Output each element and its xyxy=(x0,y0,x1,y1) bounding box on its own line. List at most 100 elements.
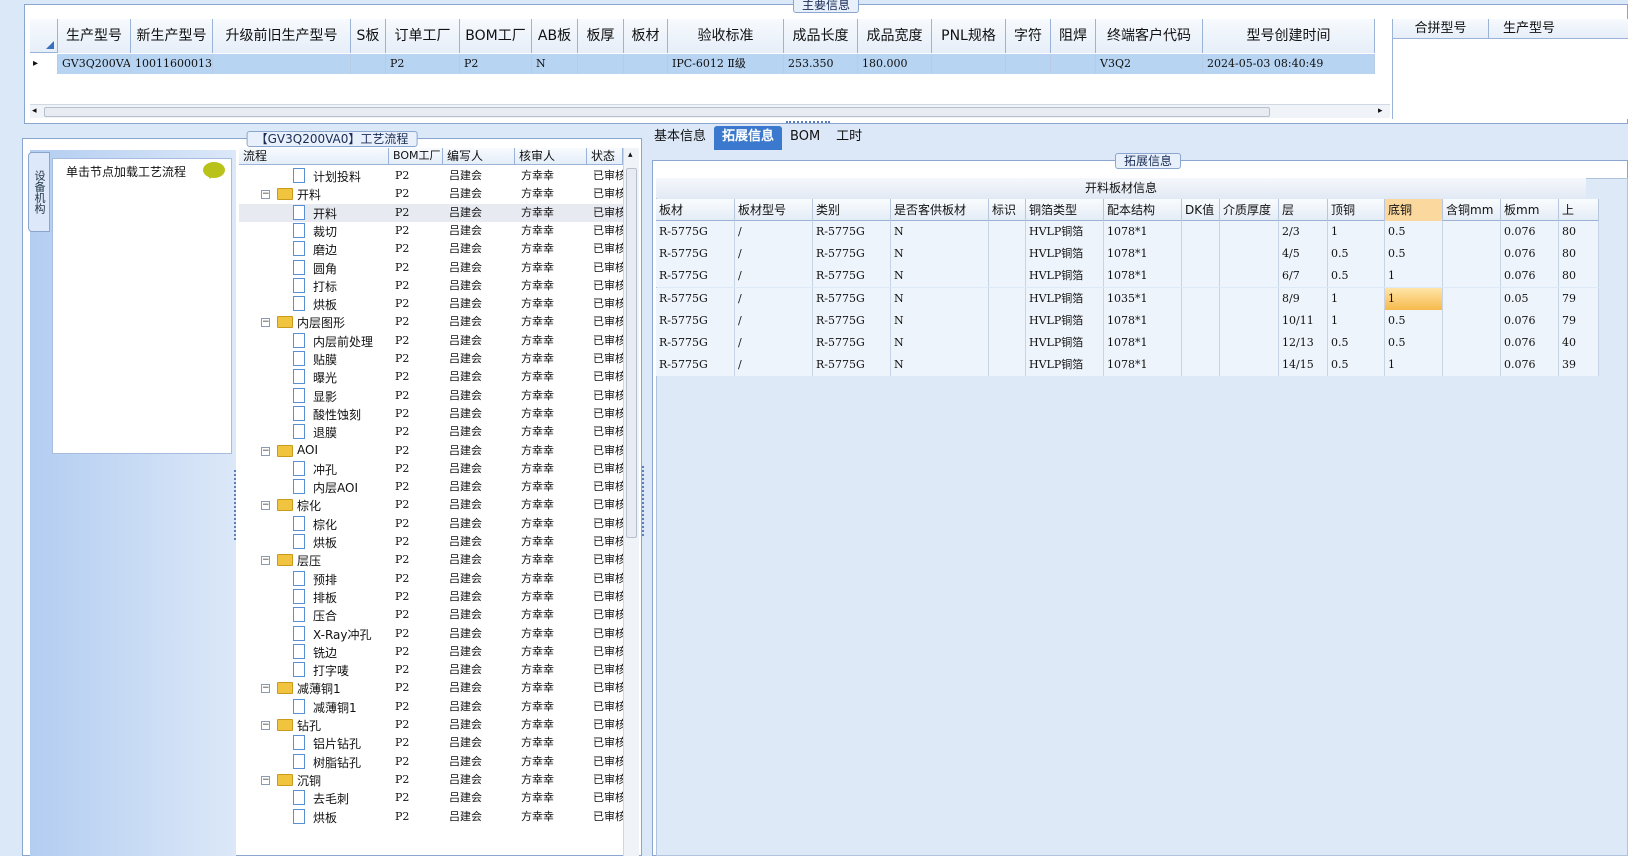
material-cell[interactable]: 0.076 xyxy=(1501,332,1559,354)
material-cell[interactable] xyxy=(989,332,1026,354)
material-cell[interactable]: 8/9 xyxy=(1279,287,1328,310)
tree-row[interactable]: 裁切 P2 吕建会 方幸幸 已审核 xyxy=(239,222,623,240)
main-col-header[interactable]: 成品长度 xyxy=(784,19,858,53)
material-cell[interactable]: N xyxy=(891,287,989,310)
material-cell[interactable]: 80 xyxy=(1559,221,1599,243)
material-cell[interactable]: 0.5 xyxy=(1328,243,1385,266)
main-horizontal-scrollbar[interactable]: ◂ ▸ xyxy=(30,104,1390,118)
material-col-header[interactable]: 标识 xyxy=(989,199,1026,221)
material-cell[interactable]: HVLP铜箔 xyxy=(1026,243,1104,266)
tree-row[interactable]: 排板 P2 吕建会 方幸幸 已审核 xyxy=(239,588,623,606)
tree-row[interactable]: − 减薄铜1 P2 吕建会 方幸幸 已审核 xyxy=(239,679,623,697)
material-cell[interactable]: 0.5 xyxy=(1328,332,1385,354)
tree-row[interactable]: 铝片钻孔 P2 吕建会 方幸幸 已审核 xyxy=(239,734,623,752)
main-col-header[interactable]: 新生产型号 xyxy=(131,19,213,53)
tree-row[interactable]: 减薄铜1 P2 吕建会 方幸幸 已审核 xyxy=(239,698,623,716)
splitter-handle[interactable] xyxy=(234,470,238,540)
material-cell[interactable]: 10/11 xyxy=(1279,309,1328,332)
row-indicator[interactable]: ▸ xyxy=(30,54,58,74)
material-cell[interactable] xyxy=(1443,287,1501,310)
main-cell[interactable] xyxy=(578,54,624,74)
tree-row[interactable]: X-Ray冲孔 P2 吕建会 方幸幸 已审核 xyxy=(239,625,623,643)
tree-row[interactable]: 烘板 P2 吕建会 方幸幸 已审核 xyxy=(239,808,623,826)
material-cell[interactable]: N xyxy=(891,354,989,377)
material-cell[interactable] xyxy=(989,221,1026,243)
material-cell[interactable]: R-5775G xyxy=(656,332,735,354)
tree-row[interactable]: 曝光 P2 吕建会 方幸幸 已审核 xyxy=(239,368,623,386)
scroll-up-icon[interactable]: ▴ xyxy=(628,150,633,160)
main-col-header[interactable]: S板 xyxy=(351,19,386,53)
material-cell[interactable]: N xyxy=(891,309,989,332)
material-cell[interactable]: 0.076 xyxy=(1501,243,1559,266)
material-cell[interactable]: / xyxy=(735,309,813,332)
material-col-header[interactable]: 层 xyxy=(1279,199,1328,221)
collapse-toggle-icon[interactable]: − xyxy=(261,446,270,456)
material-cell[interactable]: 79 xyxy=(1559,287,1599,310)
tree-row[interactable]: 显影 P2 吕建会 方幸幸 已审核 xyxy=(239,387,623,405)
material-cell[interactable]: R-5775G xyxy=(813,354,891,377)
tree-row[interactable]: 打标 P2 吕建会 方幸幸 已审核 xyxy=(239,277,623,295)
tree-col-header[interactable]: 编写人 xyxy=(443,148,515,165)
tree-row[interactable]: 开料 P2 吕建会 方幸幸 已审核 xyxy=(239,203,623,222)
material-cell[interactable] xyxy=(989,287,1026,310)
material-cell[interactable]: 0.5 xyxy=(1328,354,1385,377)
material-col-header[interactable]: 上 xyxy=(1559,199,1599,221)
material-cell[interactable]: 1078*1 xyxy=(1104,354,1182,377)
load-process-panel[interactable] xyxy=(52,158,232,454)
material-col-header[interactable]: 板mm xyxy=(1501,199,1559,221)
material-cell[interactable]: 1078*1 xyxy=(1104,243,1182,266)
material-cell[interactable]: 80 xyxy=(1559,265,1599,288)
collapse-toggle-icon[interactable]: − xyxy=(261,775,270,785)
tree-row[interactable]: 压合 P2 吕建会 方幸幸 已审核 xyxy=(239,606,623,624)
main-col-header[interactable]: 终端客户代码 xyxy=(1096,19,1203,53)
material-cell[interactable]: R-5775G xyxy=(656,309,735,332)
main-cell[interactable] xyxy=(1006,54,1051,74)
material-cell[interactable]: N xyxy=(891,243,989,266)
material-cell[interactable] xyxy=(1220,354,1279,377)
material-cell[interactable]: 1078*1 xyxy=(1104,309,1182,332)
select-all-corner[interactable] xyxy=(30,19,58,53)
material-cell[interactable]: N xyxy=(891,265,989,288)
main-info-row[interactable]: GV3Q200VA010011600013130P2P2NIPC-6012 Ⅱ级… xyxy=(58,54,1375,74)
material-cell[interactable] xyxy=(1182,287,1220,310)
collapse-toggle-icon[interactable]: − xyxy=(261,190,270,200)
tree-row[interactable]: − 沉铜 P2 吕建会 方幸幸 已审核 xyxy=(239,771,623,789)
material-cell[interactable]: 1 xyxy=(1385,354,1443,377)
tree-row[interactable]: 预排 P2 吕建会 方幸幸 已审核 xyxy=(239,570,623,588)
material-row[interactable]: R-5775G / R-5775G N HVLP铜箔 1035*1 8/9 1 1 0.05 79 xyxy=(656,287,1599,310)
material-cell[interactable]: 2/3 xyxy=(1279,221,1328,243)
main-cell[interactable] xyxy=(351,54,386,74)
material-cell[interactable]: 1078*1 xyxy=(1104,265,1182,288)
material-cell[interactable]: R-5775G xyxy=(656,287,735,310)
tree-row[interactable]: 酸性蚀刻 P2 吕建会 方幸幸 已审核 xyxy=(239,405,623,423)
material-col-header[interactable]: 介质厚度 xyxy=(1220,199,1279,221)
material-cell[interactable]: R-5775G xyxy=(656,265,735,288)
main-col-header[interactable]: 字符 xyxy=(1006,19,1051,53)
tree-col-header[interactable]: 流程 xyxy=(239,148,389,165)
main-cell[interactable]: 10011600013130 xyxy=(131,54,213,74)
material-cell[interactable] xyxy=(1443,265,1501,288)
main-cell[interactable]: 2024-05-03 08:40:49 xyxy=(1203,54,1375,74)
material-cell[interactable]: 0.5 xyxy=(1385,332,1443,354)
material-row[interactable]: R-5775G / R-5775G N HVLP铜箔 1078*1 10/11 1 0.5 0.0… xyxy=(656,309,1599,332)
tree-row[interactable]: 内层前处理 P2 吕建会 方幸幸 已审核 xyxy=(239,332,623,350)
tree-row[interactable]: 烘板 P2 吕建会 方幸幸 已审核 xyxy=(239,295,623,313)
main-col-header[interactable]: PNL规格 xyxy=(932,19,1006,53)
material-cell[interactable] xyxy=(1182,243,1220,266)
main-col-header[interactable]: BOM工厂 xyxy=(460,19,532,53)
material-cell[interactable]: 1078*1 xyxy=(1104,221,1182,243)
material-cell[interactable]: R-5775G xyxy=(813,243,891,266)
material-col-header[interactable]: 顶铜 xyxy=(1328,199,1385,221)
main-cell[interactable]: IPC-6012 Ⅱ级 xyxy=(668,54,784,74)
main-cell[interactable] xyxy=(624,54,668,74)
material-cell[interactable]: HVLP铜箔 xyxy=(1026,221,1104,243)
tree-col-header[interactable]: BOM工厂 xyxy=(389,148,443,165)
scroll-right-icon[interactable]: ▸ xyxy=(1378,106,1383,116)
material-cell[interactable]: R-5775G xyxy=(656,221,735,243)
material-cell[interactable]: R-5775G xyxy=(813,332,891,354)
material-cell[interactable]: 0.076 xyxy=(1501,354,1559,377)
material-cell[interactable]: 6/7 xyxy=(1279,265,1328,288)
collapse-toggle-icon[interactable]: − xyxy=(261,501,270,511)
main-cell[interactable]: 253.350 xyxy=(784,54,858,74)
main-cell[interactable]: GV3Q200VA0 xyxy=(58,54,131,74)
